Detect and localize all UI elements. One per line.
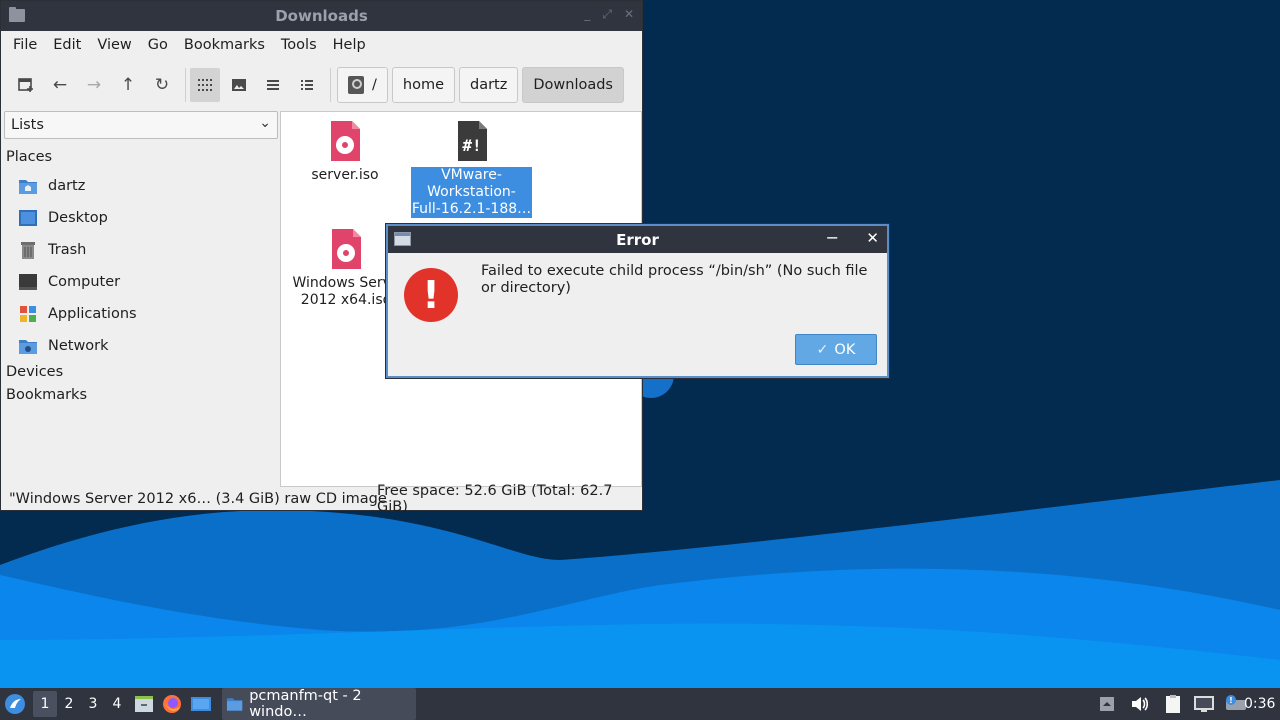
error-icon: ! (404, 268, 458, 322)
menu-file[interactable]: File (5, 37, 45, 53)
new-window-button[interactable] (11, 68, 41, 102)
thumbnail-view-button[interactable] (224, 68, 254, 102)
new-window-icon (18, 78, 33, 92)
file-name: server.iso (311, 167, 379, 183)
drive-icon (348, 76, 364, 94)
dialog-title: Error (616, 230, 659, 249)
forward-button[interactable]: → (79, 68, 109, 102)
error-dialog[interactable]: Error − ✕ ! Failed to execute child proc… (386, 224, 889, 378)
lxqt-logo-icon (5, 694, 25, 714)
desktop-icon (18, 209, 38, 227)
sidebar-item-network[interactable]: Network (18, 332, 109, 360)
reload-button[interactable]: ↻ (147, 68, 177, 102)
window-title: Downloads (275, 7, 368, 25)
clock[interactable]: 0:36 (1244, 688, 1275, 720)
sidebar-item-applications[interactable]: Applications (18, 300, 137, 328)
close-icon[interactable]: ✕ (866, 229, 879, 247)
menu-tools[interactable]: Tools (273, 37, 325, 53)
reload-icon: ↻ (154, 75, 170, 95)
sidebar-item-desktop[interactable]: Desktop (18, 204, 108, 232)
script-file-icon: #! (457, 121, 487, 161)
cd-file-icon (332, 229, 361, 269)
home-folder-icon (18, 177, 38, 195)
menu-bookmarks[interactable]: Bookmarks (176, 37, 273, 53)
svg-text:!: ! (1229, 696, 1233, 705)
folder-icon (9, 7, 25, 22)
bookmarks-header[interactable]: Bookmarks (6, 387, 87, 403)
start-menu-button[interactable] (4, 688, 26, 720)
menu-edit[interactable]: Edit (45, 37, 89, 53)
menu-view[interactable]: View (89, 37, 139, 53)
toolbar-separator (330, 68, 331, 102)
toolbar-separator (185, 68, 186, 102)
breadcrumb-root[interactable]: / (337, 67, 388, 103)
up-button[interactable]: ↑ (113, 68, 143, 102)
maximize-icon[interactable]: ⤢ (602, 7, 612, 22)
trash-icon (18, 241, 38, 259)
file-item[interactable]: server.iso (305, 120, 385, 184)
dialog-titlebar[interactable]: Error − ✕ (388, 226, 887, 253)
detailed-view-button[interactable] (292, 68, 322, 102)
arrow-right-icon: → (86, 75, 102, 95)
network-folder-icon (18, 337, 38, 355)
applications-icon (18, 305, 38, 323)
volume-icon[interactable] (1130, 695, 1150, 713)
sidebar: Lists ⌄ Places dartz Desktop Trash Compu… (4, 111, 278, 485)
status-selected-info: "Windows Server 2012 x6… (3.4 GiB) raw C… (9, 491, 387, 507)
desktop-switch-icon[interactable] (190, 695, 212, 713)
sidebar-view-select[interactable]: Lists ⌄ (4, 111, 278, 139)
checkmark-icon: ✓ (816, 341, 829, 358)
back-button[interactable]: ← (45, 68, 75, 102)
places-header[interactable]: Places (6, 149, 52, 165)
folder-icon (226, 698, 243, 711)
detailed-list-icon (301, 80, 313, 90)
workspace-1[interactable]: 1 (33, 691, 57, 717)
breadcrumb: / home dartz Downloads (337, 67, 624, 103)
svg-text:#!: #! (462, 136, 481, 155)
clipboard-icon[interactable] (1163, 694, 1183, 714)
image-view-icon (232, 79, 246, 91)
sidebar-item-trash[interactable]: Trash (18, 236, 86, 264)
menu-help[interactable]: Help (325, 37, 374, 53)
window-icon (394, 232, 411, 246)
minimize-icon[interactable]: − (826, 228, 839, 247)
workspace-4[interactable]: 4 (105, 691, 129, 717)
status-bar: "Windows Server 2012 x6… (3.4 GiB) raw C… (1, 483, 642, 515)
file-item-selected[interactable]: #! VMware- Workstation- Full-16.2.1-188… (411, 120, 532, 218)
error-message: Failed to execute child process “/bin/sh… (481, 263, 868, 296)
ok-button[interactable]: ✓ OK (795, 334, 877, 365)
compact-view-button[interactable] (258, 68, 288, 102)
compact-list-icon (267, 80, 279, 90)
file-name: VMware- Workstation- Full-16.2.1-188… (411, 167, 532, 218)
sidebar-item-computer[interactable]: Computer (18, 268, 120, 296)
breadcrumb-home[interactable]: home (391, 67, 455, 103)
grid-view-icon (198, 79, 212, 91)
tray-arrow-up-icon[interactable] (1098, 695, 1116, 713)
arrow-left-icon: ← (52, 75, 68, 95)
devices-header[interactable]: Devices (6, 364, 63, 380)
sidebar-item-dartz[interactable]: dartz (18, 172, 85, 200)
toolbar: ← → ↑ ↻ / home dartz Downloads (1, 59, 642, 111)
menu-go[interactable]: Go (140, 37, 176, 53)
cd-file-icon (331, 121, 360, 161)
status-free-space: Free space: 52.6 GiB (Total: 62.7 GiB) (377, 483, 613, 515)
workspace-3[interactable]: 3 (81, 691, 105, 717)
taskbar-window-button[interactable]: pcmanfm-qt - 2 windo… (222, 688, 416, 720)
breadcrumb-downloads[interactable]: Downloads (522, 67, 624, 103)
chevron-down-icon: ⌄ (259, 115, 271, 131)
workspace-2[interactable]: 2 (57, 691, 81, 717)
window-titlebar[interactable]: Downloads _ ⤢ ✕ (1, 1, 642, 31)
close-icon[interactable]: ✕ (624, 7, 634, 22)
menu-bar: File Edit View Go Bookmarks Tools Help (1, 31, 642, 59)
breadcrumb-dartz[interactable]: dartz (459, 67, 519, 103)
arrow-up-icon: ↑ (120, 75, 136, 95)
icon-view-button[interactable] (190, 68, 220, 102)
taskbar: 1 2 3 4 pcmanfm-qt - 2 windo… ! 0:36 (0, 688, 1280, 720)
minimize-icon[interactable]: _ (584, 7, 590, 22)
computer-icon (18, 273, 38, 291)
network-monitor-icon[interactable] (1193, 695, 1215, 713)
file-manager-launcher-icon[interactable] (134, 695, 154, 713)
firefox-icon[interactable] (162, 694, 182, 714)
